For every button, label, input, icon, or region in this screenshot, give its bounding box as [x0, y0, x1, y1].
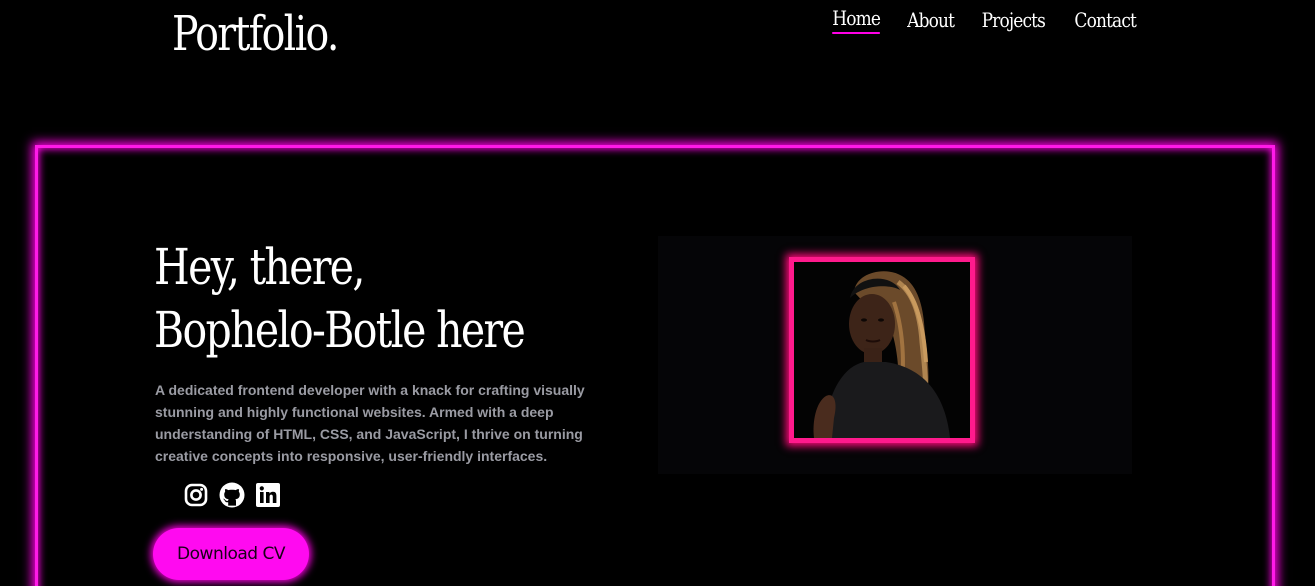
profile-photo	[789, 257, 975, 443]
nav-link-home[interactable]: Home	[832, 6, 881, 34]
main-nav: Home About Projects Contact	[828, 6, 1141, 34]
nav-link-about[interactable]: About	[907, 6, 955, 34]
linkedin-icon[interactable]	[255, 482, 281, 508]
github-icon[interactable]	[219, 482, 245, 508]
hero-heading: Hey, there, Bophelo-Botle here	[154, 236, 526, 362]
profile-photo-panel	[658, 236, 1132, 474]
nav-link-contact[interactable]: Contact	[1074, 6, 1136, 34]
hero-heading-line-2: Bophelo-Botle here	[154, 301, 526, 359]
nav-link-projects[interactable]: Projects	[982, 6, 1046, 34]
social-links	[183, 482, 281, 508]
instagram-icon[interactable]	[183, 482, 209, 508]
hero-bio: A dedicated frontend developer with a kn…	[155, 382, 585, 464]
hero-heading-line-1: Hey, there,	[154, 238, 365, 296]
site-logo[interactable]: Portfolio.	[172, 2, 339, 66]
download-cv-button[interactable]: Download CV	[153, 528, 309, 580]
